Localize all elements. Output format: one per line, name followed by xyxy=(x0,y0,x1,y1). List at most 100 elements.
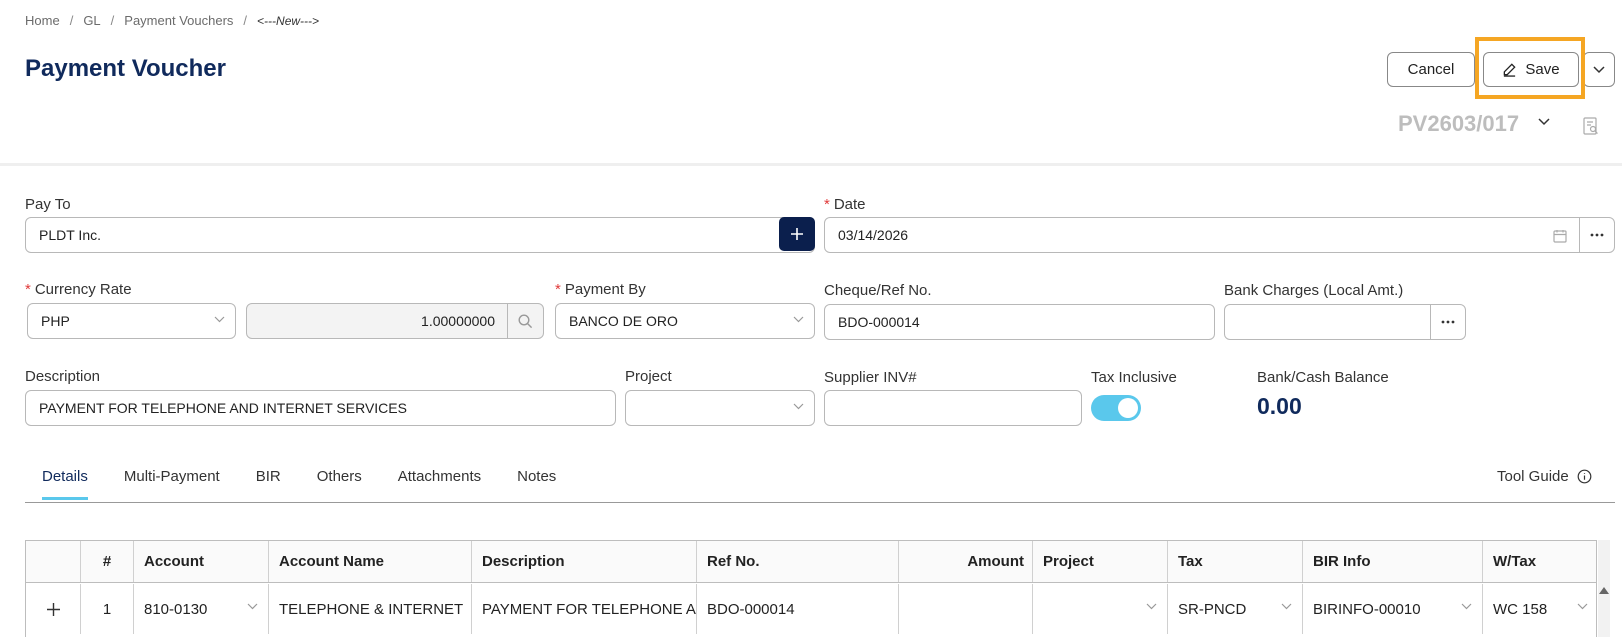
search-icon xyxy=(518,313,533,328)
tabs-divider xyxy=(25,502,1615,503)
chevron-down-icon[interactable] xyxy=(1538,118,1550,126)
column-header-bir-info: BIR Info xyxy=(1303,541,1483,582)
row-drag-handle[interactable] xyxy=(26,584,81,634)
tab-details[interactable]: Details xyxy=(42,468,88,500)
save-button-label: Save xyxy=(1525,61,1560,78)
date-more-button[interactable] xyxy=(1579,217,1615,253)
details-grid: # Account Account Name Description Ref N… xyxy=(25,540,1597,637)
table-row: 1 810-0130 TELEPHONE & INTERNET PAYMENT … xyxy=(26,584,1596,634)
pay-to-input[interactable]: PLDT Inc. xyxy=(25,217,815,253)
calendar-icon[interactable] xyxy=(1553,229,1567,243)
chevron-down-icon xyxy=(1593,65,1605,73)
toggle-knob xyxy=(1118,398,1138,418)
column-header-project: Project xyxy=(1033,541,1168,582)
tab-bar: Details Multi-Payment BIR Others Attachm… xyxy=(42,468,592,500)
chevron-down-icon xyxy=(214,316,225,323)
add-payee-button[interactable] xyxy=(779,217,815,251)
chevron-down-icon xyxy=(247,603,258,610)
description-input[interactable]: PAYMENT FOR TELEPHONE AND INTERNET SERVI… xyxy=(25,390,616,426)
bank-charges-label: Bank Charges (Local Amt.) xyxy=(1224,282,1404,299)
description-label: Description xyxy=(25,368,101,385)
cell-account-value: 810-0130 xyxy=(144,600,208,618)
required-asterisk: * xyxy=(555,281,561,298)
payment-by-label: * Payment By xyxy=(555,281,646,298)
project-select[interactable] xyxy=(625,390,815,426)
cell-project[interactable] xyxy=(1033,584,1168,634)
tax-inclusive-label: Tax Inclusive xyxy=(1091,369,1177,386)
chevron-down-icon xyxy=(1461,603,1472,610)
column-header-tax: Tax xyxy=(1168,541,1303,582)
date-input[interactable]: 03/14/2026 xyxy=(824,217,1580,253)
save-button[interactable]: Save xyxy=(1483,52,1579,87)
cheque-ref-input[interactable]: BDO-000014 xyxy=(824,304,1215,340)
chevron-down-icon xyxy=(793,316,804,323)
breadcrumb-separator: / xyxy=(69,13,74,28)
column-header-description: Description xyxy=(472,541,697,582)
plus-icon xyxy=(791,228,803,240)
payment-by-select[interactable]: BANCO DE ORO xyxy=(555,303,815,339)
chevron-down-icon xyxy=(1577,603,1588,610)
payment-by-value: BANCO DE ORO xyxy=(569,313,678,329)
breadcrumb-current: <---New---> xyxy=(257,13,320,28)
cell-tax-value: SR-PNCD xyxy=(1178,600,1247,618)
date-label-text: Date xyxy=(833,196,866,213)
chevron-down-icon xyxy=(1146,603,1157,610)
currency-value: PHP xyxy=(41,313,70,329)
cell-bir-info-value: BIRINFO-00010 xyxy=(1313,600,1421,618)
supplier-inv-label: Supplier INV# xyxy=(824,369,917,386)
bank-charges-more-button[interactable] xyxy=(1430,304,1466,340)
ellipsis-icon xyxy=(1441,320,1455,324)
cell-num: 1 xyxy=(81,584,134,634)
ellipsis-icon xyxy=(1590,233,1604,237)
cell-ref-no[interactable]: BDO-000014 xyxy=(697,584,899,634)
breadcrumb: Home / GL / Payment Vouchers / <---New--… xyxy=(25,13,319,28)
scroll-up-arrow-icon[interactable] xyxy=(1598,586,1610,596)
cell-wtax-value: WC 158 xyxy=(1493,600,1548,618)
header-divider xyxy=(0,163,1622,166)
breadcrumb-home[interactable]: Home xyxy=(25,13,60,28)
column-header-wtax: W/Tax xyxy=(1493,553,1537,570)
tab-notes[interactable]: Notes xyxy=(517,468,556,500)
cancel-button[interactable]: Cancel xyxy=(1387,52,1475,87)
cell-description[interactable]: PAYMENT FOR TELEPHONE ANI xyxy=(472,584,697,634)
chevron-down-icon xyxy=(1281,603,1292,610)
cheque-ref-value: BDO-000014 xyxy=(838,314,920,330)
column-header-num: # xyxy=(81,541,134,582)
document-search-icon[interactable] xyxy=(1583,117,1599,135)
required-asterisk: * xyxy=(25,281,31,298)
tab-multi-payment[interactable]: Multi-Payment xyxy=(124,468,220,500)
breadcrumb-gl[interactable]: GL xyxy=(83,13,100,28)
tab-attachments[interactable]: Attachments xyxy=(398,468,481,500)
tab-others[interactable]: Others xyxy=(317,468,362,500)
currency-rate-label-text: Currency Rate xyxy=(34,281,132,298)
cell-tax[interactable]: SR-PNCD xyxy=(1168,584,1303,634)
currency-select[interactable]: PHP xyxy=(27,303,236,339)
currency-rate-input: 1.00000000 xyxy=(246,303,508,339)
cell-amount[interactable] xyxy=(899,584,1033,634)
date-label: * Date xyxy=(824,196,866,213)
currency-rate-label: * Currency Rate xyxy=(25,281,132,298)
column-header-amount: Amount xyxy=(899,541,1033,582)
info-icon xyxy=(1577,469,1592,484)
bank-charges-input[interactable] xyxy=(1224,304,1431,340)
save-options-dropdown[interactable] xyxy=(1583,52,1615,87)
grid-header-actions xyxy=(26,541,81,582)
cell-bir-info[interactable]: BIRINFO-00010 xyxy=(1303,584,1483,634)
currency-rate-lookup-button[interactable] xyxy=(507,303,544,339)
bank-cash-balance-label: Bank/Cash Balance xyxy=(1257,369,1389,386)
tax-inclusive-toggle[interactable] xyxy=(1091,395,1141,421)
breadcrumb-separator: / xyxy=(110,13,115,28)
currency-rate-value: 1.00000000 xyxy=(421,313,495,329)
column-header-ref-no: Ref No. xyxy=(697,541,899,582)
breadcrumb-payment-vouchers[interactable]: Payment Vouchers xyxy=(124,13,233,28)
cell-account-name: TELEPHONE & INTERNET xyxy=(269,584,472,634)
cheque-ref-label: Cheque/Ref No. xyxy=(824,282,932,299)
tab-bir[interactable]: BIR xyxy=(256,468,281,500)
tool-guide-link[interactable]: Tool Guide xyxy=(1497,468,1592,485)
payment-by-label-text: Payment By xyxy=(564,281,646,298)
cell-account[interactable]: 810-0130 xyxy=(134,584,269,634)
supplier-inv-input[interactable] xyxy=(824,390,1082,426)
bank-cash-balance-value: 0.00 xyxy=(1257,393,1302,419)
cell-wtax[interactable]: WC 158 xyxy=(1483,584,1596,634)
chevron-down-icon xyxy=(793,403,804,410)
